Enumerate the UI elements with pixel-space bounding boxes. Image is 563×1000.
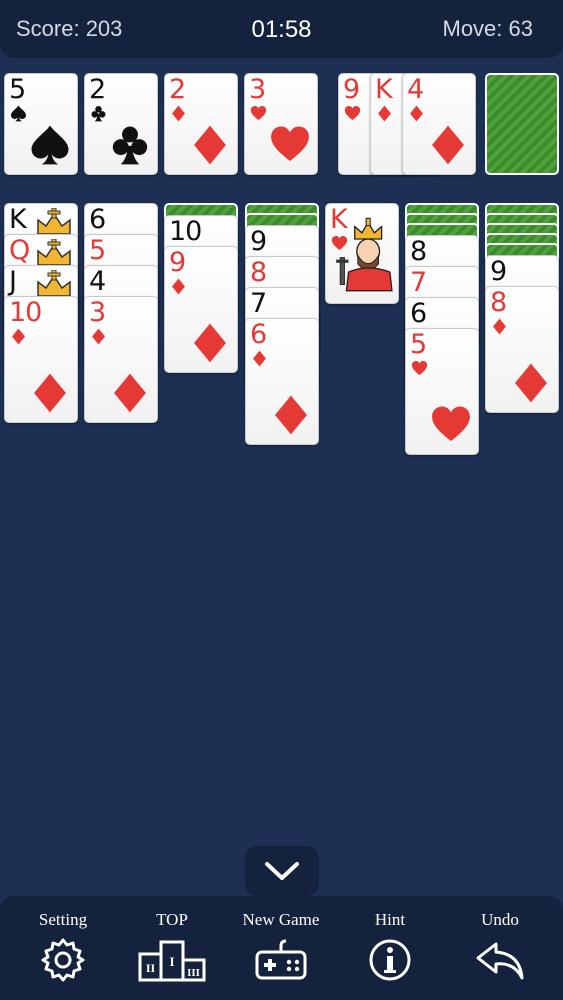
club-suit-large-icon — [112, 126, 148, 165]
heart-suit-large-icon — [432, 406, 470, 441]
foundation-card-3[interactable]: 2 — [164, 73, 238, 175]
card-rank: 9 — [169, 247, 186, 278]
svg-text:I: I — [169, 954, 174, 969]
undo-button[interactable]: Undo — [445, 910, 555, 984]
card-rank: 3 — [249, 74, 266, 105]
tableau-5-card-1[interactable]: K — [325, 203, 399, 304]
heart-suit-icon — [250, 106, 267, 120]
card-rank: 2 — [89, 74, 106, 105]
diamond-suit-icon — [12, 328, 25, 345]
podium-icon: I II III — [138, 940, 206, 982]
diamond-suit-icon — [378, 105, 391, 122]
hint-button[interactable]: Hint — [335, 910, 445, 984]
undo-icon — [476, 942, 524, 980]
card-rank: Q — [9, 235, 30, 266]
tableau-1-card-4[interactable]: 10 — [4, 296, 78, 423]
collapse-toggle-button[interactable] — [245, 846, 319, 896]
card-rank: 6 — [89, 204, 106, 235]
svg-text:II: II — [146, 961, 156, 975]
setting-button[interactable]: Setting — [8, 910, 118, 984]
info-icon — [369, 939, 411, 981]
diamond-suit-icon — [410, 105, 423, 122]
move-counter: Move: 63 — [442, 16, 534, 41]
card-rank: 6 — [410, 298, 427, 329]
top-bar: Score: 203 01:58 Move: 63 — [0, 0, 563, 58]
club-suit-icon — [91, 106, 106, 122]
gear-icon — [41, 938, 85, 982]
svg-text:III: III — [187, 967, 200, 979]
tableau-7-card-2[interactable]: 8 — [485, 286, 559, 413]
card-rank: 2 — [169, 74, 186, 105]
top-scores-button[interactable]: TOP I II III — [117, 910, 227, 984]
bottom-nav: Setting TOP I II III New Game Hint Undo — [0, 896, 563, 1000]
tableau-2-card-4[interactable]: 3 — [84, 296, 158, 423]
foundation-card-1[interactable]: 5 — [4, 73, 78, 175]
diamond-suit-large-icon — [194, 125, 226, 165]
tableau-6-card-4[interactable]: 5 — [405, 328, 479, 455]
tableau-3-card-2[interactable]: 9 — [164, 246, 238, 373]
card-rank: 9 — [250, 226, 267, 257]
card-rank: 5 — [9, 74, 26, 105]
card-rank: 8 — [490, 287, 507, 318]
setting-label: Setting — [38, 910, 88, 929]
foundation-card-4[interactable]: 3 — [244, 73, 318, 175]
stock-pile[interactable] — [485, 73, 559, 175]
waste-card-3[interactable]: 4 — [402, 73, 476, 175]
heart-suit-icon — [411, 361, 428, 375]
gamepad-icon — [255, 939, 307, 980]
heart-suit-icon — [344, 106, 361, 120]
heart-suit-large-icon — [271, 126, 309, 161]
diamond-suit-large-icon — [275, 395, 307, 435]
card-rank: K — [9, 204, 27, 235]
card-rank: 8 — [410, 236, 427, 267]
card-rank: J — [9, 266, 17, 297]
card-rank: K — [375, 74, 393, 105]
diamond-suit-large-icon — [194, 323, 226, 363]
spade-suit-large-icon — [31, 125, 69, 165]
card-rank: 4 — [407, 74, 424, 105]
card-rank: 9 — [343, 74, 360, 105]
tableau-4-card-4[interactable]: 6 — [245, 318, 319, 445]
diamond-suit-large-icon — [432, 125, 464, 165]
card-rank: 8 — [250, 257, 267, 288]
spade-suit-icon — [11, 105, 26, 122]
card-rank: 5 — [89, 235, 106, 266]
card-rank: 10 — [169, 216, 202, 247]
chevron-down-icon — [265, 862, 299, 880]
card-rank: 7 — [250, 288, 267, 319]
card-rank: 9 — [490, 256, 507, 287]
card-rank: 6 — [250, 319, 267, 350]
undo-label: Undo — [481, 910, 519, 929]
diamond-suit-icon — [172, 278, 185, 295]
card-rank: 5 — [410, 329, 427, 360]
top-label: TOP — [156, 910, 188, 929]
diamond-suit-large-icon — [515, 363, 547, 403]
new-game-label: New Game — [242, 910, 320, 929]
diamond-suit-icon — [172, 105, 185, 122]
diamond-suit-large-icon — [114, 373, 146, 413]
hint-label: Hint — [374, 910, 406, 929]
diamond-suit-icon — [253, 350, 266, 367]
card-rank: 3 — [89, 297, 106, 328]
heart-suit-icon — [331, 236, 348, 250]
diamond-suit-icon — [493, 318, 506, 335]
card-rank: 10 — [9, 297, 42, 328]
card-rank: 7 — [410, 267, 427, 298]
card-rank: K — [330, 204, 348, 235]
diamond-suit-icon — [92, 328, 105, 345]
foundation-card-2[interactable]: 2 — [84, 73, 158, 175]
new-game-button[interactable]: New Game — [226, 910, 336, 984]
diamond-suit-large-icon — [34, 373, 66, 413]
card-rank: 4 — [89, 266, 106, 297]
